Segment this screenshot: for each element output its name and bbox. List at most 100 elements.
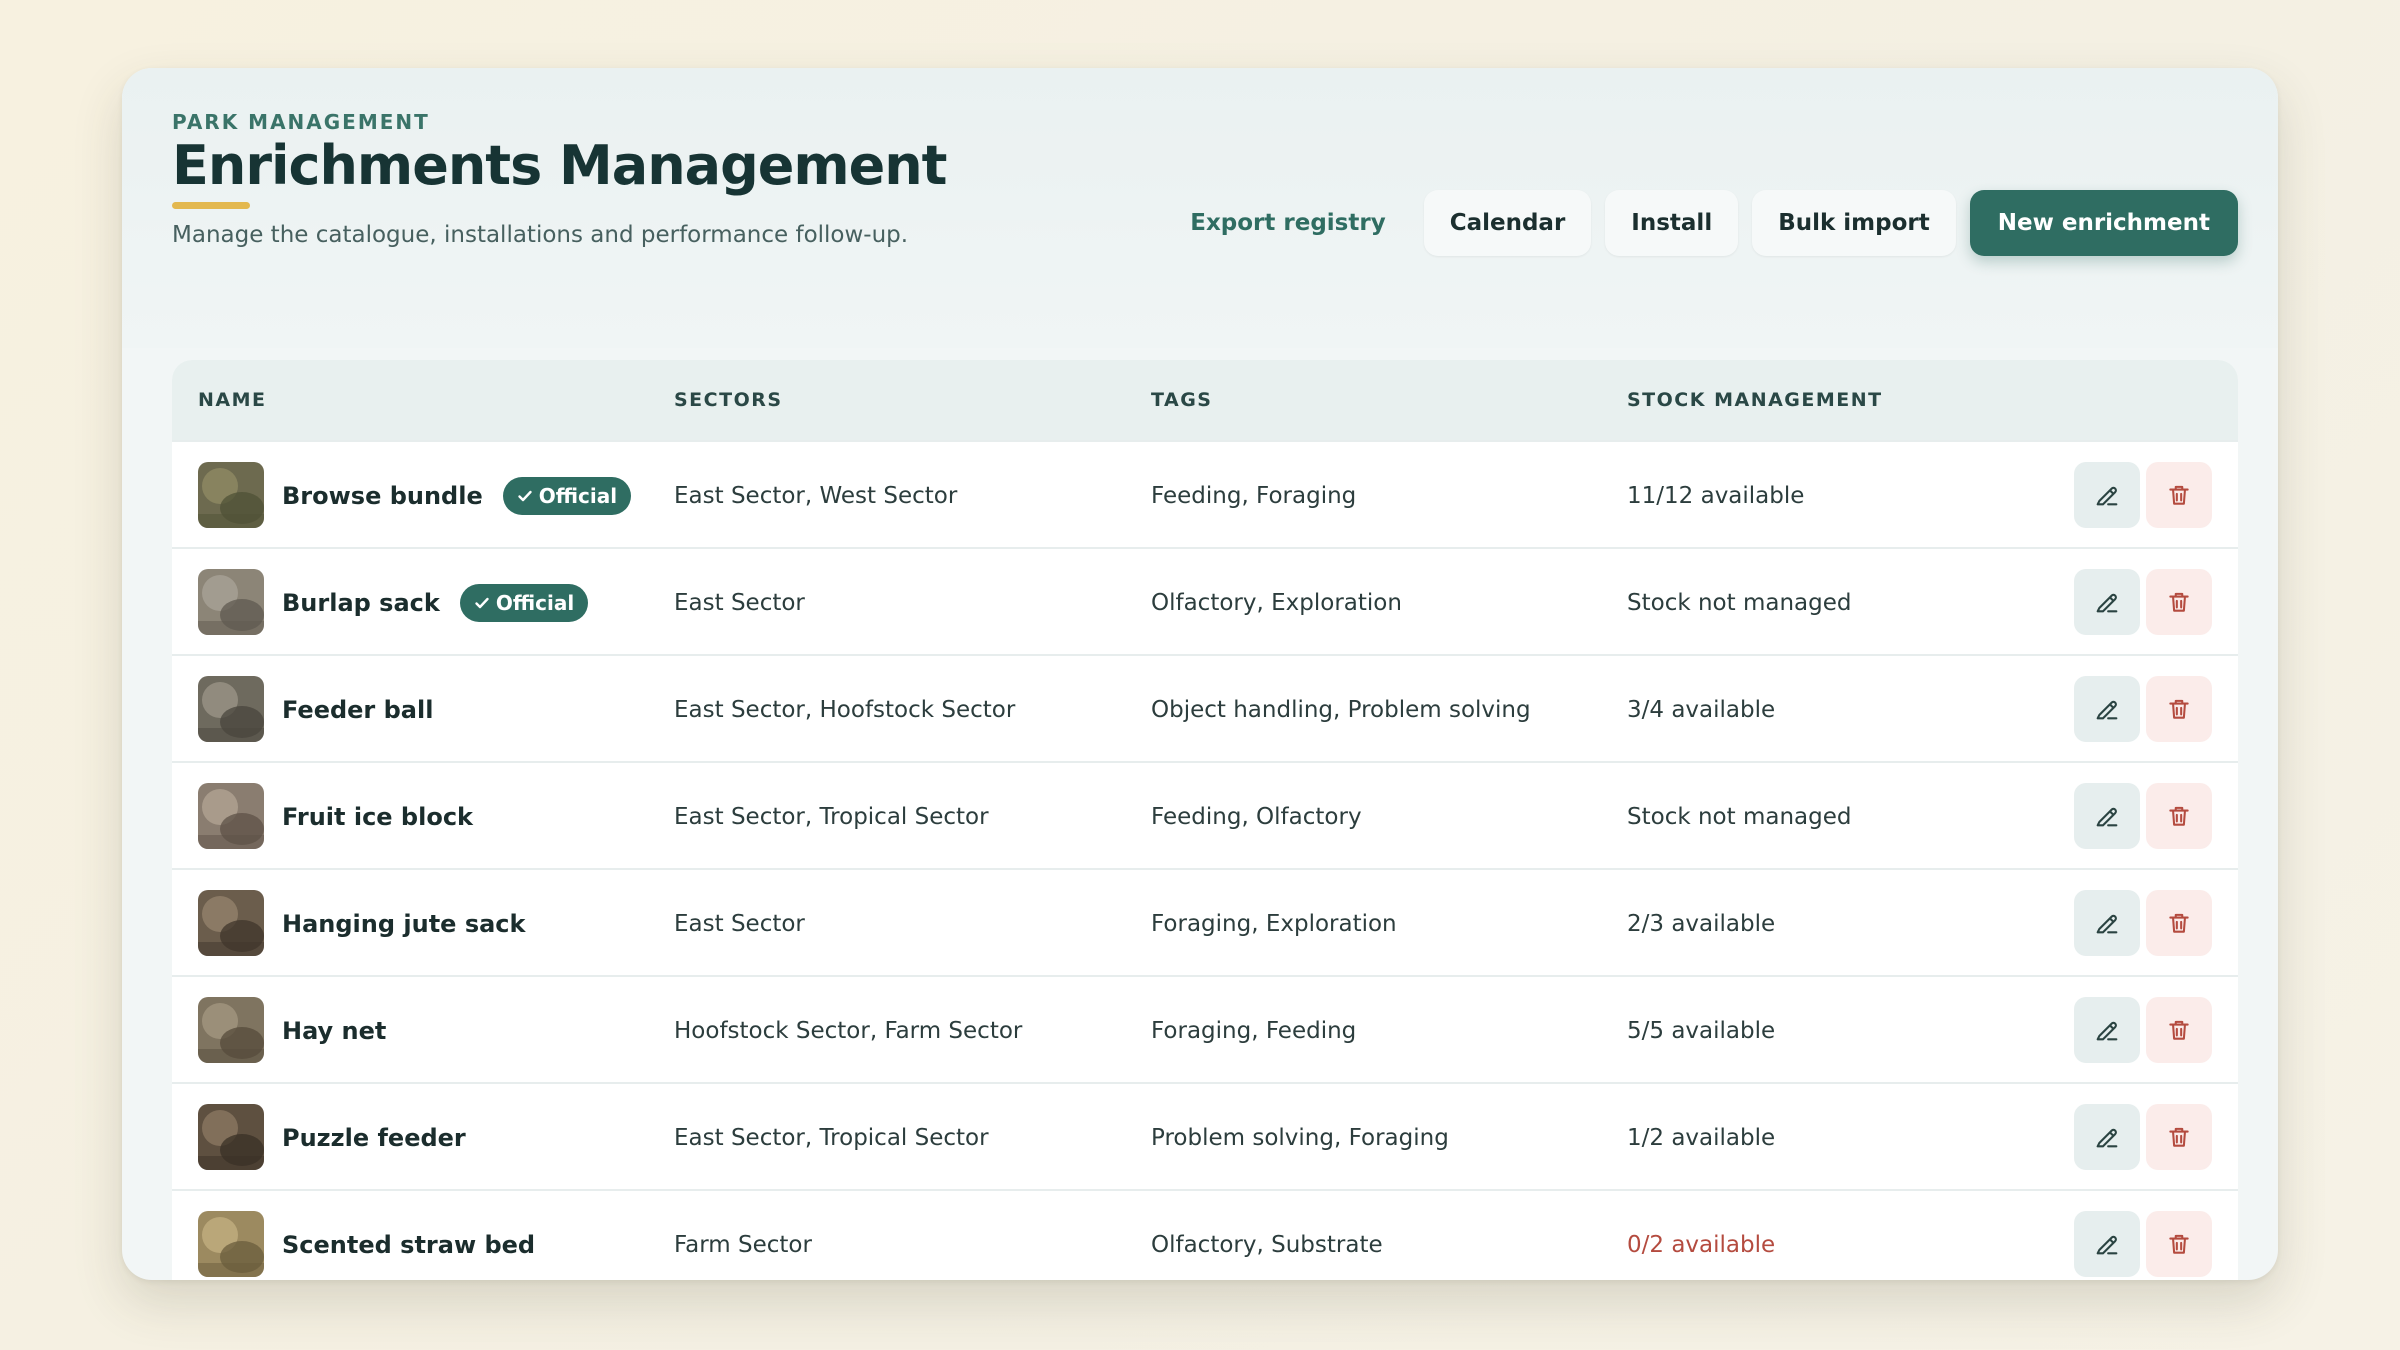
enrichment-name[interactable]: Feeder ball: [282, 696, 433, 724]
row-actions: [2074, 462, 2212, 528]
enrichment-name[interactable]: Scented straw bed: [282, 1231, 535, 1259]
stock-cell: 1/2 available: [1627, 1124, 1776, 1151]
row-actions: [2074, 997, 2212, 1063]
sectors-cell: East Sector, Tropical Sector: [674, 803, 989, 830]
pencil-icon: [2096, 593, 2118, 613]
edit-button[interactable]: [2074, 1211, 2140, 1277]
edit-button[interactable]: [2074, 676, 2140, 742]
calendar-button[interactable]: Calendar: [1423, 190, 1592, 256]
name-cell: Fruit ice block: [282, 763, 473, 870]
pencil-icon: [2096, 807, 2118, 827]
tags-cell: Foraging, Exploration: [1151, 910, 1397, 937]
sectors-cell: Farm Sector: [674, 1231, 812, 1258]
column-header-sectors[interactable]: SECTORS: [674, 389, 783, 411]
thumbnail-image: [198, 1211, 264, 1277]
table-body: Browse bundle Official East Sector, West…: [172, 440, 2238, 1280]
sectors-cell: East Sector: [674, 589, 805, 616]
column-header-name[interactable]: NAME: [198, 389, 267, 411]
table-row[interactable]: Scented straw bed Farm Sector Olfactory,…: [172, 1189, 2238, 1280]
new-enrichment-button[interactable]: New enrichment: [1969, 190, 2238, 256]
name-cell: Hay net: [282, 977, 386, 1084]
table-row[interactable]: Feeder ball East Sector, Hoofstock Secto…: [172, 654, 2238, 761]
tags-cell: Foraging, Feeding: [1151, 1017, 1357, 1044]
bulk-import-button[interactable]: Bulk import: [1752, 190, 1956, 256]
enrichment-name[interactable]: Fruit ice block: [282, 803, 473, 831]
install-button[interactable]: Install: [1605, 190, 1739, 256]
edit-button[interactable]: [2074, 783, 2140, 849]
stock-cell: 0/2 available: [1627, 1231, 1776, 1258]
name-cell: Puzzle feeder: [282, 1084, 466, 1191]
enrichment-name[interactable]: Browse bundle: [282, 482, 483, 510]
enrichment-thumbnail: [198, 676, 264, 742]
table-row[interactable]: Burlap sack Official East Sector Olfacto…: [172, 547, 2238, 654]
tags-cell: Olfactory, Substrate: [1151, 1231, 1383, 1258]
sectors-cell: East Sector, Hoofstock Sector: [674, 696, 1016, 723]
badge-label: Official: [538, 483, 618, 508]
table-row[interactable]: Hanging jute sack East Sector Foraging, …: [172, 868, 2238, 975]
thumbnail-image: [198, 462, 264, 528]
pencil-icon: [2096, 700, 2118, 720]
title-underline: [172, 202, 250, 209]
delete-button[interactable]: [2146, 462, 2212, 528]
main-panel: PARK MANAGEMENT Enrichments Management M…: [122, 68, 2278, 1280]
tags-cell: Problem solving, Foraging: [1151, 1124, 1449, 1151]
edit-button[interactable]: [2074, 462, 2140, 528]
name-cell: Hanging jute sack: [282, 870, 525, 977]
enrichment-thumbnail: [198, 569, 264, 635]
column-header-stock[interactable]: STOCK MANAGEMENT: [1627, 389, 1883, 411]
row-actions: [2074, 569, 2212, 635]
pencil-icon: [2096, 1235, 2118, 1255]
row-actions: [2074, 1104, 2212, 1170]
check-icon: [475, 597, 489, 608]
stock-cell: Stock not managed: [1627, 803, 1852, 830]
check-icon: [518, 490, 532, 501]
row-actions: [2074, 676, 2212, 742]
row-actions: [2074, 890, 2212, 956]
enrichment-name[interactable]: Puzzle feeder: [282, 1124, 466, 1152]
delete-button[interactable]: [2146, 676, 2212, 742]
page-title: Enrichments Management: [172, 134, 947, 197]
tags-cell: Object handling, Problem solving: [1151, 696, 1531, 723]
enrichments-table: NAME SECTORS TAGS STOCK MANAGEMENT Brows…: [172, 360, 2238, 1280]
trash-icon: [2169, 806, 2189, 826]
enrichment-name[interactable]: Burlap sack: [282, 589, 440, 617]
page-header: PARK MANAGEMENT Enrichments Management M…: [122, 68, 2278, 348]
table-row[interactable]: Hay net Hoofstock Sector, Farm Sector Fo…: [172, 975, 2238, 1082]
sectors-cell: Hoofstock Sector, Farm Sector: [674, 1017, 1023, 1044]
table-row[interactable]: Puzzle feeder East Sector, Tropical Sect…: [172, 1082, 2238, 1189]
badge-label: Official: [495, 590, 575, 615]
enrichment-name[interactable]: Hay net: [282, 1017, 386, 1045]
delete-button[interactable]: [2146, 1104, 2212, 1170]
page-subtitle: Manage the catalogue, installations and …: [172, 222, 909, 248]
trash-icon: [2169, 1020, 2189, 1040]
delete-button[interactable]: [2146, 783, 2212, 849]
enrichment-thumbnail: [198, 462, 264, 528]
edit-button[interactable]: [2074, 890, 2140, 956]
delete-button[interactable]: [2146, 890, 2212, 956]
table-row[interactable]: Browse bundle Official East Sector, West…: [172, 440, 2238, 547]
row-actions: [2074, 783, 2212, 849]
table-header: NAME SECTORS TAGS STOCK MANAGEMENT: [172, 360, 2238, 440]
enrichment-thumbnail: [198, 997, 264, 1063]
enrichment-name[interactable]: Hanging jute sack: [282, 910, 525, 938]
export-registry-button[interactable]: Export registry: [1166, 190, 1409, 256]
edit-button[interactable]: [2074, 569, 2140, 635]
delete-button[interactable]: [2146, 997, 2212, 1063]
enrichment-thumbnail: [198, 783, 264, 849]
stock-cell: 2/3 available: [1627, 910, 1776, 937]
name-cell: Feeder ball: [282, 656, 433, 763]
tags-cell: Feeding, Foraging: [1151, 482, 1357, 509]
sectors-cell: East Sector, Tropical Sector: [674, 1124, 989, 1151]
enrichment-thumbnail: [198, 1211, 264, 1277]
thumbnail-image: [198, 1104, 264, 1170]
delete-button[interactable]: [2146, 1211, 2212, 1277]
delete-button[interactable]: [2146, 569, 2212, 635]
trash-icon: [2169, 1234, 2189, 1254]
thumbnail-image: [198, 890, 264, 956]
thumbnail-image: [198, 783, 264, 849]
trash-icon: [2169, 699, 2189, 719]
edit-button[interactable]: [2074, 997, 2140, 1063]
edit-button[interactable]: [2074, 1104, 2140, 1170]
column-header-tags[interactable]: TAGS: [1151, 389, 1212, 411]
table-row[interactable]: Fruit ice block East Sector, Tropical Se…: [172, 761, 2238, 868]
